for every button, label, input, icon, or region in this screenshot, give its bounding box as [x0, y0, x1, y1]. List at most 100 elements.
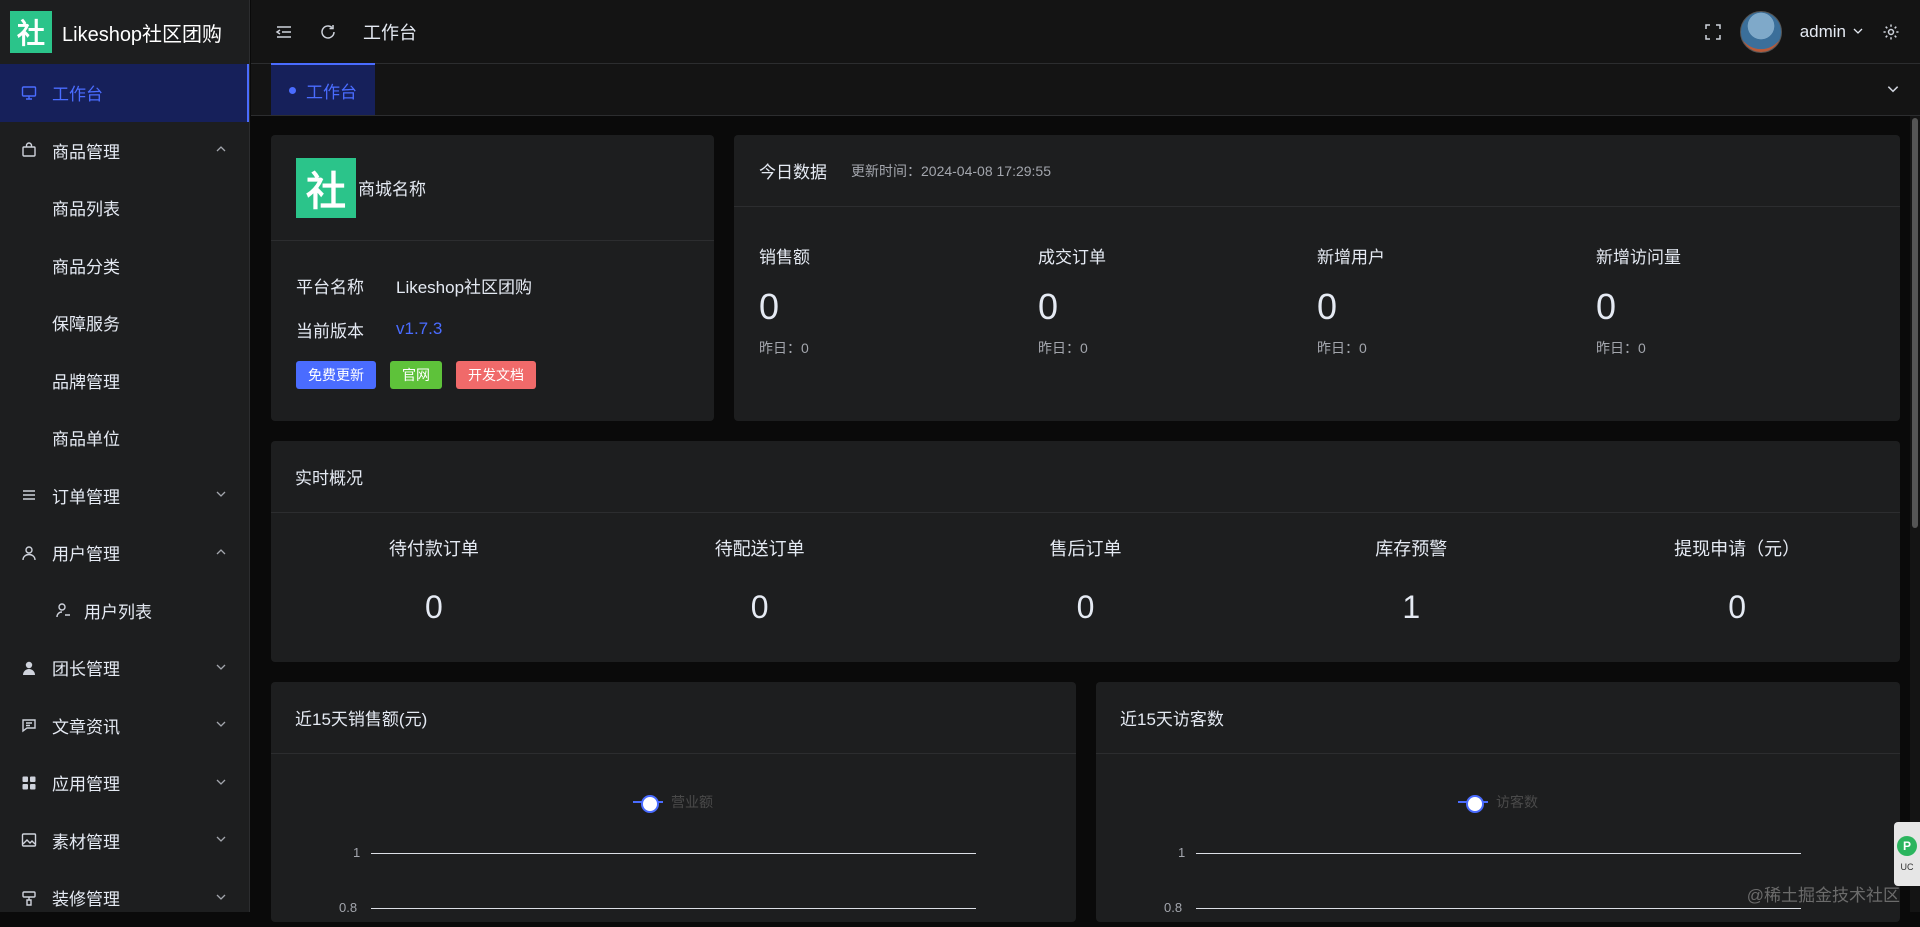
legend-line-marker-icon [1458, 795, 1488, 813]
sidebar-subitem-guarantee[interactable]: 保障服务 [0, 294, 249, 352]
stat-sales: 销售额 0 昨日：0 [759, 243, 1038, 358]
update-time: 更新时间：2024-04-08 17:29:55 [851, 162, 1051, 179]
stat-withdrawals[interactable]: 提现申请（元） 0 [1574, 535, 1900, 626]
chevron-down-icon [215, 485, 227, 505]
sidebar-item-label: 订单管理 [52, 487, 120, 507]
sidebar-subitem-brand[interactable]: 品牌管理 [0, 352, 249, 410]
stat-label: 库存预警 [1375, 539, 1448, 559]
card-title: 今日数据 [759, 163, 827, 182]
breadcrumb-title: 工作台 [363, 22, 417, 43]
platform-row: 平台名称 Likeshop社区团购 [271, 263, 714, 307]
picture-icon [20, 831, 38, 849]
sidebar-item-workbench[interactable]: 工作台 [0, 64, 249, 122]
sidebar-item-apps[interactable]: 应用管理 [0, 754, 249, 812]
refresh-icon[interactable] [319, 23, 337, 41]
sidebar-item-goods[interactable]: 商品管理 [0, 122, 249, 180]
stat-label: 待付款订单 [388, 539, 479, 559]
shop-name: 商城名称 [358, 180, 426, 199]
grid-line [1196, 908, 1801, 909]
chart-legend[interactable]: 营业额 [633, 792, 713, 813]
stat-pending-delivery[interactable]: 待配送订单 0 [597, 535, 923, 626]
sidebar-subitem-label: 商品列表 [52, 200, 120, 220]
tab-bar: 工作台 [251, 63, 1920, 116]
chevron-down-icon [1852, 22, 1864, 42]
sidebar-item-label: 团长管理 [52, 660, 120, 680]
sidebar-item-users[interactable]: 用户管理 [0, 524, 249, 582]
brand-logo[interactable]: 社 Likeshop社区团购 [0, 0, 249, 64]
brand-name: Likeshop社区团购 [62, 23, 223, 46]
avatar[interactable] [1739, 10, 1782, 53]
card-title: 实时概况 [271, 441, 1900, 513]
active-dot [289, 86, 296, 94]
tab-workbench[interactable]: 工作台 [271, 63, 375, 115]
stat-stock-warning[interactable]: 库存预警 1 [1248, 535, 1574, 626]
widget-text: UC [1900, 862, 1914, 872]
list-icon [20, 486, 38, 504]
sidebar-item-decoration[interactable]: 装修管理 [0, 869, 249, 927]
official-site-button[interactable]: 官网 [390, 361, 442, 389]
sidebar-item-label: 文章资讯 [52, 717, 120, 737]
sidebar-item-orders[interactable]: 订单管理 [0, 467, 249, 525]
chevron-up-icon [215, 140, 227, 160]
stat-value: 0 [759, 286, 780, 327]
parking-icon: P [1897, 836, 1917, 856]
stat-new-users: 新增用户 0 昨日：0 [1317, 243, 1596, 358]
stat-label: 新增用户 [1317, 248, 1385, 267]
free-update-button[interactable]: 免费更新 [296, 361, 376, 389]
logo-mark: 社 [10, 11, 52, 53]
grid-icon [20, 774, 38, 792]
sidebar-item-articles[interactable]: 文章资讯 [0, 697, 249, 755]
watermark: @稀土掘金技术社区 [1746, 886, 1900, 905]
monitor-icon [20, 84, 38, 102]
user-menu[interactable]: admin [1800, 22, 1864, 42]
today-data-card: 今日数据 更新时间：2024-04-08 17:29:55 销售额 0 昨日：0… [734, 135, 1900, 421]
dev-docs-button[interactable]: 开发文档 [456, 361, 536, 389]
grid-line [371, 908, 976, 909]
sidebar-item-materials[interactable]: 素材管理 [0, 812, 249, 870]
stat-after-sales[interactable]: 售后订单 0 [923, 535, 1249, 626]
stat-yesterday: 昨日：0 [1038, 340, 1088, 356]
menu-fold-icon[interactable] [275, 23, 293, 41]
stat-orders: 成交订单 0 昨日：0 [1038, 243, 1317, 358]
version-value: v1.7.3 [396, 319, 443, 338]
platform-value: Likeshop社区团购 [396, 277, 533, 297]
sidebar-item-label: 工作台 [52, 85, 103, 105]
scrollbar[interactable] [1910, 116, 1920, 912]
sidebar-item-leaders[interactable]: 团长管理 [0, 639, 249, 697]
stat-label: 销售额 [759, 248, 810, 267]
sidebar-subitem-goods-list[interactable]: 商品列表 [0, 179, 249, 237]
legend-line-marker-icon [633, 795, 663, 813]
stat-value: 0 [425, 589, 443, 625]
chevron-down-icon[interactable] [1886, 82, 1900, 101]
stat-pending-payment[interactable]: 待付款订单 0 [271, 535, 597, 626]
sidebar-subitem-label: 用户列表 [84, 602, 152, 622]
sidebar-subitem-label: 品牌管理 [52, 372, 120, 392]
legend-label: 营业额 [671, 794, 713, 810]
stat-value: 0 [1317, 286, 1338, 327]
chevron-down-icon [215, 888, 227, 908]
card-title: 近15天销售额(元) [271, 682, 1076, 754]
chevron-down-icon [215, 658, 227, 678]
y-tick-label: 1 [1178, 845, 1186, 860]
scrollbar-thumb[interactable] [1912, 118, 1918, 528]
stat-value: 0 [750, 589, 769, 625]
stat-new-visits: 新增访问量 0 昨日：0 [1596, 243, 1875, 358]
chart-legend[interactable]: 访客数 [1458, 792, 1538, 813]
stat-yesterday: 昨日：0 [1317, 340, 1367, 356]
chevron-up-icon [215, 543, 227, 563]
sidebar-subitem-unit[interactable]: 商品单位 [0, 409, 249, 467]
sidebar-subitem-user-list[interactable]: 用户列表 [0, 582, 249, 640]
chevron-down-icon [215, 830, 227, 850]
stat-label: 成交订单 [1038, 248, 1106, 267]
floating-widget[interactable]: P UC [1894, 822, 1920, 886]
sidebar-subitem-goods-category[interactable]: 商品分类 [0, 237, 249, 295]
gear-icon[interactable] [1882, 23, 1900, 41]
sidebar-item-label: 装修管理 [52, 890, 120, 910]
stat-value: 1 [1402, 589, 1421, 625]
fullscreen-icon[interactable] [1704, 23, 1722, 41]
tab-label: 工作台 [306, 82, 357, 102]
chevron-down-icon [215, 715, 227, 735]
stat-label: 提现申请（元） [1674, 539, 1801, 559]
version-row: 当前版本 v1.7.3 [271, 307, 714, 351]
stat-yesterday: 昨日：0 [1596, 340, 1646, 356]
